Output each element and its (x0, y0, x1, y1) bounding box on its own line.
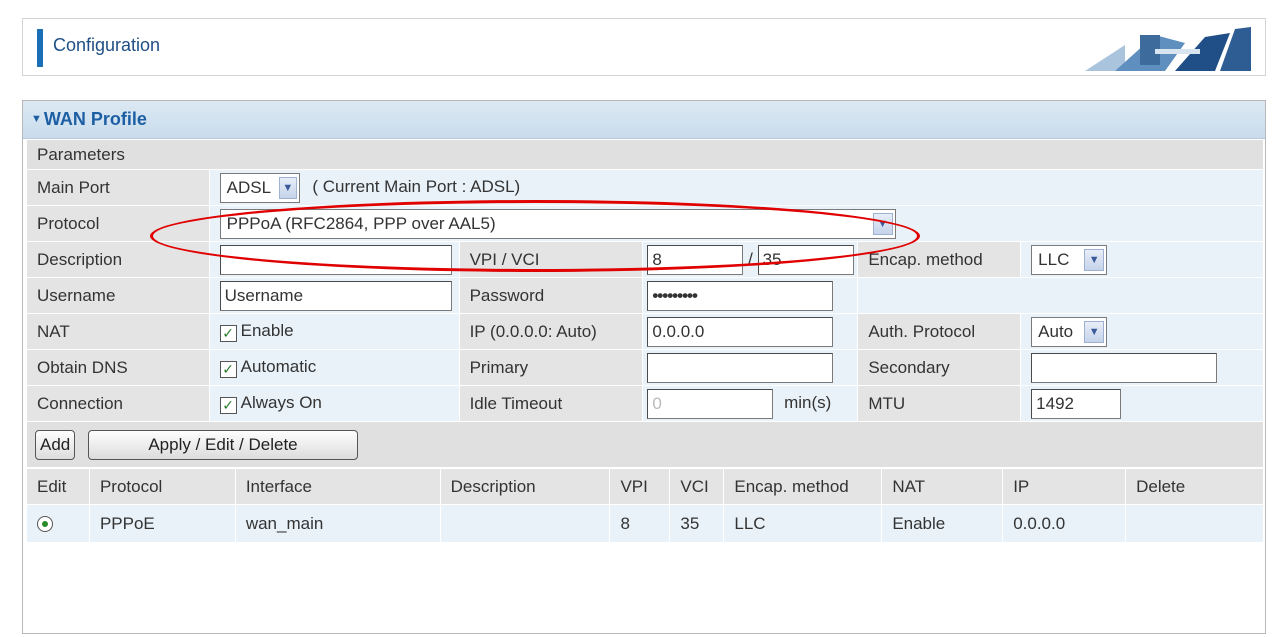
primary-dns-label: Primary (458, 349, 644, 386)
column-header: Edit (26, 468, 90, 505)
always-on-checkbox[interactable]: ✓ (219, 397, 237, 414)
encap-method-label: Encap. method (857, 241, 1022, 278)
secondary-dns-input[interactable] (1031, 352, 1218, 383)
idle-timeout-input[interactable] (647, 388, 774, 419)
auth-protocol-label: Auth. Protocol (857, 313, 1022, 350)
config-header: Configuration (22, 18, 1266, 76)
edit-radio[interactable] (37, 516, 53, 533)
table-header-row: Edit Protocol Interface Description VPI … (26, 468, 1264, 505)
column-header: Encap. method (723, 468, 883, 505)
mtu-input[interactable] (1031, 388, 1122, 419)
column-header: VCI (669, 468, 725, 505)
dns-automatic-label: Automatic (240, 357, 317, 376)
column-header: Description (439, 468, 611, 505)
parameters-table: Parameters Main Port ADSL ▼ ( Current Ma… (26, 139, 1265, 468)
password-label: Password (458, 277, 644, 314)
accent-bar (37, 29, 43, 67)
auth-protocol-select[interactable]: Auto ▼ (1031, 316, 1108, 347)
panel-title-text: WAN Profile (43, 109, 147, 129)
idle-timeout-label: Idle Timeout (458, 385, 644, 422)
encap-method-value: LLC (1038, 249, 1070, 269)
protocol-select[interactable]: PPPoA (RFC2864, PPP over AAL5) ▼ (219, 208, 896, 239)
collapse-triangle-icon[interactable]: ▼ (31, 113, 42, 125)
ip-label: IP (0.0.0.0: Auto) (458, 313, 644, 350)
idle-timeout-unit: min(s) (784, 392, 832, 412)
dns-automatic-checkbox[interactable]: ✓ (219, 361, 237, 378)
row-protocol: PPPoE (88, 504, 236, 543)
row-delete[interactable] (1125, 504, 1264, 543)
secondary-dns-label: Secondary (857, 349, 1022, 386)
protocol-value: PPPoA (RFC2864, PPP over AAL5) (226, 213, 496, 233)
protocol-label: Protocol (26, 205, 210, 242)
nat-enable-checkbox[interactable]: ✓ (219, 325, 237, 342)
row-interface: wan_main (234, 504, 441, 543)
apply-edit-delete-button[interactable]: Apply / Edit / Delete (87, 429, 358, 460)
username-label: Username (26, 277, 210, 314)
ip-input[interactable] (647, 316, 834, 347)
wan-profile-panel: ▼ WAN Profile Parameters Main Port ADSL ▼… (22, 100, 1266, 634)
row-vci: 35 (669, 504, 725, 543)
description-input[interactable] (219, 244, 452, 275)
chevron-down-icon[interactable]: ▼ (279, 176, 297, 199)
row-nat: Enable (881, 504, 1004, 543)
header-banner-image (1055, 25, 1255, 71)
username-input[interactable] (219, 280, 452, 311)
main-port-value: ADSL (226, 177, 272, 197)
obtain-dns-label: Obtain DNS (26, 349, 210, 386)
panel-title[interactable]: ▼ WAN Profile (23, 101, 1265, 139)
column-header: NAT (881, 468, 1004, 505)
vpi-vci-label: VPI / VCI (458, 241, 644, 278)
always-on-label: Always On (240, 393, 322, 412)
chevron-down-icon[interactable]: ▼ (1084, 248, 1105, 271)
column-header: Protocol (88, 468, 236, 505)
column-header: Interface (234, 468, 441, 505)
main-port-select[interactable]: ADSL ▼ (219, 172, 300, 203)
encap-method-select[interactable]: LLC ▼ (1031, 244, 1108, 275)
vci-input[interactable] (757, 244, 854, 275)
row-description (439, 504, 611, 543)
password-input[interactable] (647, 280, 834, 311)
connection-label: Connection (26, 385, 210, 422)
primary-dns-input[interactable] (647, 352, 834, 383)
chevron-down-icon[interactable]: ▼ (872, 212, 893, 235)
wan-profile-list: Edit Protocol Interface Description VPI … (26, 468, 1264, 543)
auth-protocol-value: Auto (1038, 321, 1074, 341)
column-header: IP (1002, 468, 1127, 505)
add-button[interactable]: Add (35, 429, 76, 460)
page-title: Configuration (53, 35, 161, 55)
nat-enable-label: Enable (240, 321, 294, 340)
row-vpi: 8 (609, 504, 671, 543)
mtu-label: MTU (857, 385, 1022, 422)
column-header: Delete (1125, 468, 1264, 505)
row-ip: 0.0.0.0 (1002, 504, 1127, 543)
row-encap: LLC (723, 504, 883, 543)
vpi-vci-separator: / (748, 248, 753, 268)
nat-label: NAT (26, 313, 210, 350)
chevron-down-icon[interactable]: ▼ (1084, 320, 1105, 343)
vpi-input[interactable] (647, 244, 744, 275)
column-header: VPI (609, 468, 671, 505)
table-row: PPPoE wan_main 8 35 LLC Enable 0.0.0.0 (26, 504, 1264, 543)
parameters-heading: Parameters (26, 139, 1264, 170)
current-main-port-note: ( Current Main Port : ADSL) (312, 176, 521, 196)
main-port-label: Main Port (26, 169, 210, 206)
description-label: Description (26, 241, 210, 278)
